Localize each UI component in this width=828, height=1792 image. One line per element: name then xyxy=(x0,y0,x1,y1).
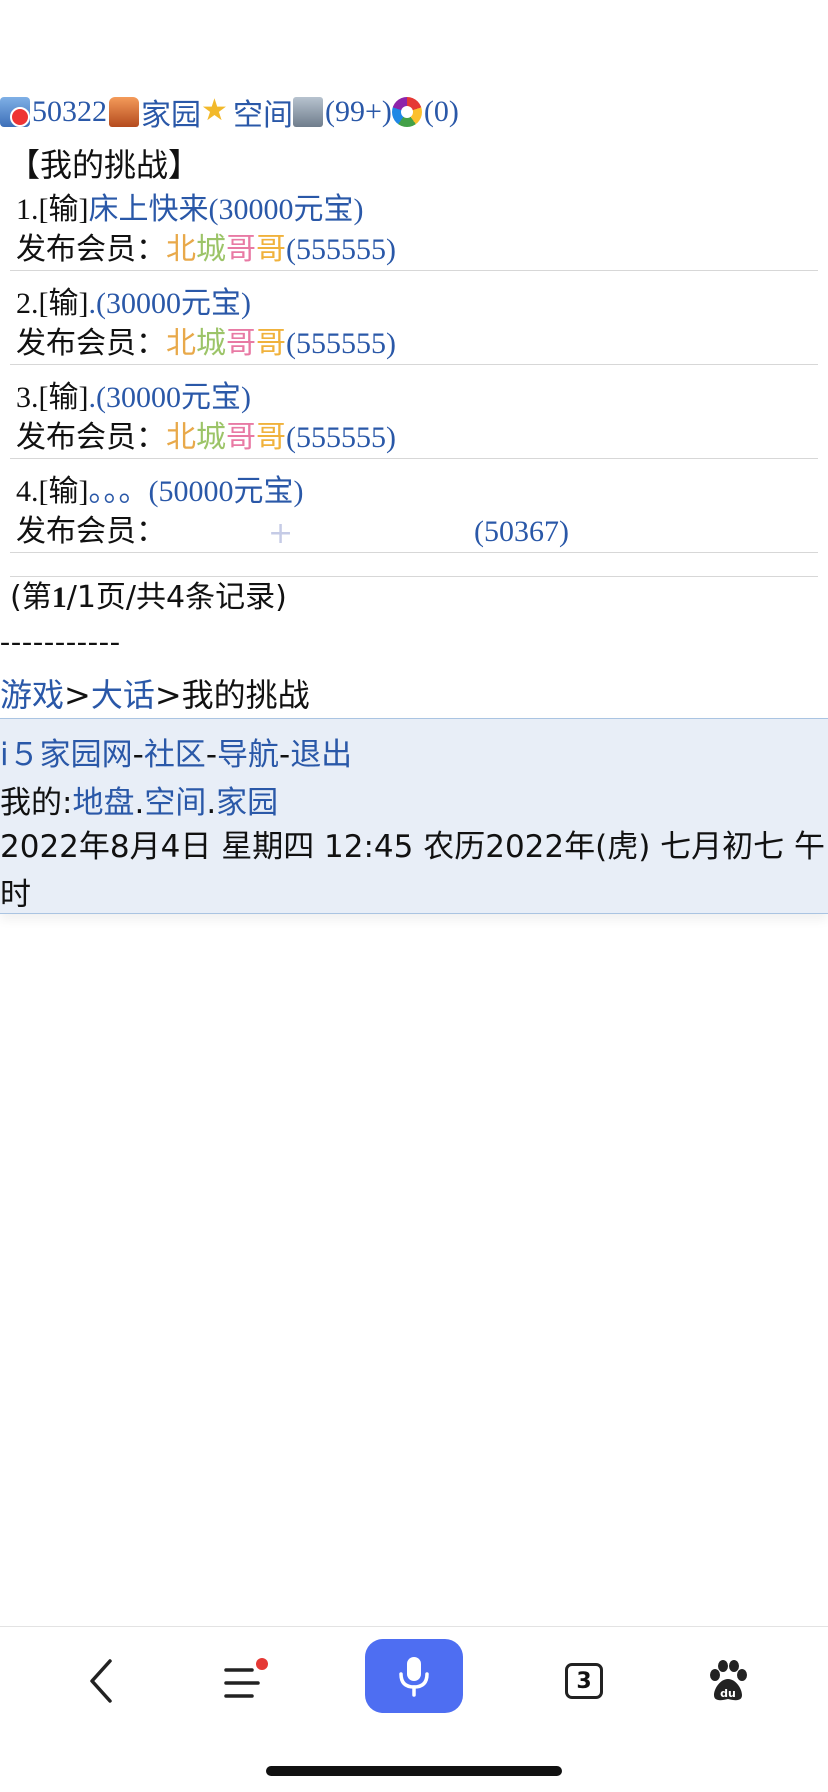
back-button[interactable] xyxy=(76,1649,126,1713)
space-footer-link[interactable]: 空间 xyxy=(144,785,206,821)
voice-search-button[interactable] xyxy=(365,1639,463,1713)
breadcrumb-current: 我的挑战 xyxy=(181,676,310,714)
space-link[interactable]: 空间 xyxy=(233,90,293,134)
member-label: 发布会员： xyxy=(16,420,166,455)
baidu-paw-icon: du xyxy=(710,1660,747,1701)
dash-separator: ----------- xyxy=(0,625,121,658)
member-label: 发布会员： xyxy=(16,514,166,549)
member-id-link[interactable]: (555555) xyxy=(286,421,396,454)
community-link[interactable]: 社区 xyxy=(144,737,206,773)
menu-button[interactable] xyxy=(222,1649,272,1713)
member-label: 发布会员： xyxy=(16,232,166,267)
svg-text:du: du xyxy=(720,1687,736,1700)
user-avatar-icon[interactable] xyxy=(0,97,30,127)
browser-toolbar: 3 du xyxy=(0,1626,828,1727)
section-title: 【我的挑战】 xyxy=(8,146,201,184)
record-title-link[interactable]: 。。。(50000元宝) xyxy=(88,475,303,508)
top-status-bar: 50322 家园 空间 (99+) (0) xyxy=(0,90,459,134)
record-title-link[interactable]: .(30000元宝) xyxy=(88,381,250,414)
bank-icon[interactable] xyxy=(293,97,323,127)
record-prefix: 4.[输] xyxy=(16,475,89,508)
member-id-link[interactable]: (555555) xyxy=(286,233,396,266)
member-id-link[interactable]: (50367) xyxy=(474,512,569,552)
record-prefix: 2.[输] xyxy=(16,287,89,320)
turf-link[interactable]: 地盘 xyxy=(72,785,134,821)
record-title-link[interactable]: .(30000元宝) xyxy=(88,287,250,320)
site-footer: i５家园网-社区-导航-退出 我的:地盘.空间.家园 2022年8月4日 星期四… xyxy=(0,718,828,914)
home-footer-link[interactable]: 家园 xyxy=(216,785,278,821)
user-id-link[interactable]: 50322 xyxy=(32,95,107,129)
member-name-link[interactable]: 北城哥哥 xyxy=(166,420,286,455)
breadcrumb-dahua-link[interactable]: 大话 xyxy=(91,676,155,714)
pagination-info: (第1/1页/共4条记录) xyxy=(10,580,287,615)
member-label: 发布会员： xyxy=(16,326,166,361)
plus-icon: + xyxy=(268,516,294,551)
notification-dot xyxy=(256,1658,268,1670)
challenge-record: 1.[输]床上快来(30000元宝) 发布会员：北城哥哥(555555) xyxy=(10,190,818,271)
star-icon xyxy=(201,93,231,128)
member-name-link[interactable]: 北城哥哥 xyxy=(166,232,286,267)
record-prefix: 1.[输] xyxy=(16,193,89,226)
mic-icon xyxy=(399,1657,429,1697)
tabs-button[interactable]: 3 xyxy=(562,1649,606,1713)
challenge-record: 2.[输].(30000元宝) 发布会员：北城哥哥(555555) xyxy=(10,284,818,365)
mine-label: 我的: xyxy=(0,785,73,821)
home-indicator[interactable] xyxy=(266,1766,562,1776)
home-link[interactable]: 家园 xyxy=(141,90,201,134)
menu-icon xyxy=(224,1658,268,1698)
record-prefix: 3.[输] xyxy=(16,381,89,414)
back-icon xyxy=(90,1659,112,1703)
nav-link[interactable]: 导航 xyxy=(217,737,279,773)
list-divider xyxy=(10,576,818,577)
breadcrumb: 游戏>大话>我的挑战 xyxy=(0,676,310,714)
challenge-record: 3.[输].(30000元宝) 发布会员：北城哥哥(555555) xyxy=(10,378,818,459)
color-wheel-icon[interactable] xyxy=(391,97,422,127)
member-id-link[interactable]: (555555) xyxy=(286,327,396,360)
tab-count: 3 xyxy=(576,1668,592,1694)
tabs-icon: 3 xyxy=(565,1663,603,1699)
challenge-record: 4.[输]。。。(50000元宝) 发布会员： + (50367) xyxy=(10,472,818,553)
breadcrumb-game-link[interactable]: 游戏 xyxy=(0,676,64,714)
home-icon[interactable] xyxy=(109,97,139,127)
wheel-count-link[interactable]: (0) xyxy=(424,95,459,129)
messages-count-link[interactable]: (99+) xyxy=(325,95,392,129)
record-title-link[interactable]: 床上快来(30000元宝) xyxy=(88,193,363,226)
member-name-link[interactable]: 北城哥哥 xyxy=(166,326,286,361)
baidu-button[interactable]: du xyxy=(702,1649,754,1713)
logout-link[interactable]: 退出 xyxy=(290,737,352,773)
site-home-link[interactable]: i５家园网 xyxy=(0,737,133,773)
datetime-text: 2022年8月4日 星期四 12:45 农历2022年(虎) 七月初七 午时 xyxy=(0,829,826,913)
